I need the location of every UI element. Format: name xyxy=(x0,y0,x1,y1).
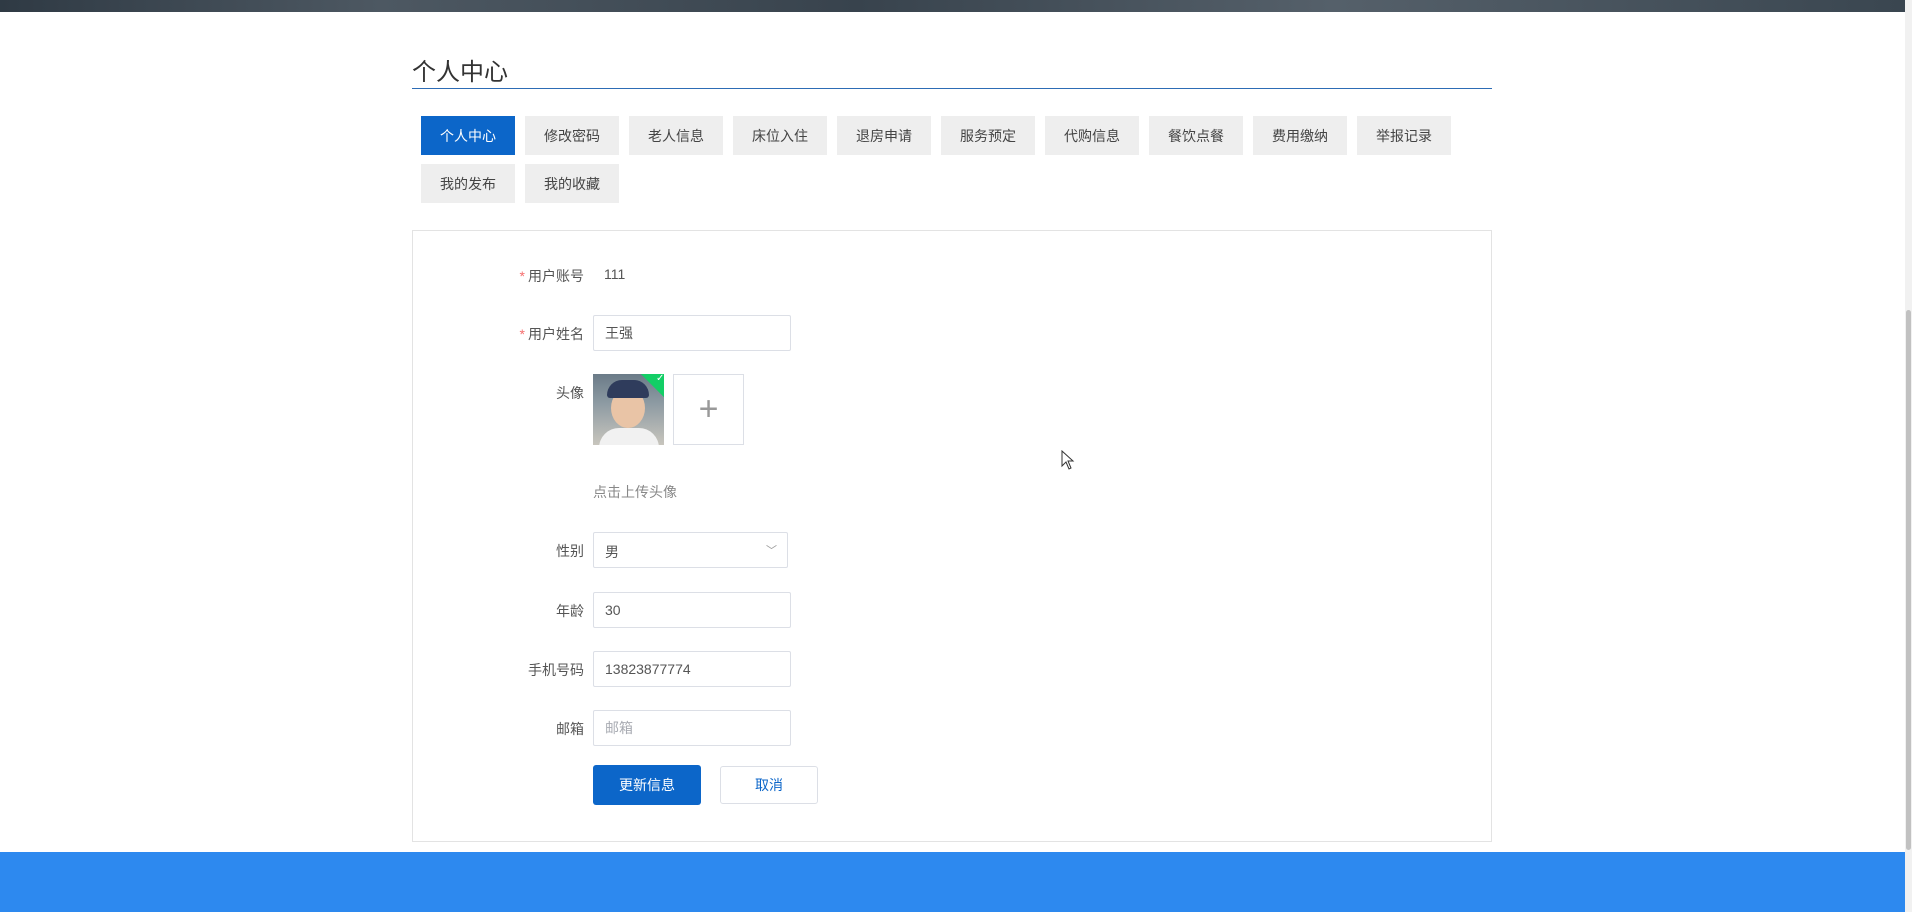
top-banner-image xyxy=(0,0,1905,12)
tab-bed-checkin[interactable]: 床位入住 xyxy=(733,116,827,155)
age-input[interactable] xyxy=(593,592,791,628)
page-scrollbar[interactable] xyxy=(1905,0,1912,912)
profile-form: *用户账号 111 *用户姓名 头像 ✓ + 点击上传头像 性别 男 ﹀ 年龄 … xyxy=(412,230,1492,842)
cancel-button[interactable]: 取消 xyxy=(720,766,818,804)
phone-input[interactable] xyxy=(593,651,791,687)
tab-bar: 个人中心 修改密码 老人信息 床位入住 退房申请 服务预定 代购信息 餐饮点餐 … xyxy=(421,116,1491,203)
age-label: 年龄 xyxy=(556,603,584,619)
tab-elder-info[interactable]: 老人信息 xyxy=(629,116,723,155)
tab-service-booking[interactable]: 服务预定 xyxy=(941,116,1035,155)
tab-meal-order[interactable]: 餐饮点餐 xyxy=(1149,116,1243,155)
avatar-upload-hint: 点击上传头像 xyxy=(593,484,677,500)
tab-report-records[interactable]: 举报记录 xyxy=(1357,116,1451,155)
email-input[interactable] xyxy=(593,710,791,746)
name-input[interactable] xyxy=(593,315,791,351)
tab-purchase-info[interactable]: 代购信息 xyxy=(1045,116,1139,155)
tab-personal-center[interactable]: 个人中心 xyxy=(421,116,515,155)
account-label: * 用户账号 xyxy=(519,268,584,284)
gender-select[interactable]: 男 ﹀ xyxy=(593,532,788,568)
page-heading: 个人中心 xyxy=(412,48,1492,89)
gender-selected-value: 男 xyxy=(605,544,619,560)
avatar-label: 头像 xyxy=(556,385,584,401)
gender-label: 性别 xyxy=(556,543,584,559)
tab-change-password[interactable]: 修改密码 xyxy=(525,116,619,155)
tab-checkout-application[interactable]: 退房申请 xyxy=(837,116,931,155)
required-mark: * xyxy=(519,326,525,342)
plus-icon: + xyxy=(698,390,719,428)
name-label: * 用户姓名 xyxy=(519,326,584,342)
required-mark: * xyxy=(519,268,525,284)
scrollbar-thumb[interactable] xyxy=(1906,310,1911,850)
page-title: 个人中心 xyxy=(412,59,508,86)
tab-my-favorites[interactable]: 我的收藏 xyxy=(525,164,619,203)
tab-fee-payment[interactable]: 费用缴纳 xyxy=(1253,116,1347,155)
chevron-down-icon: ﹀ xyxy=(766,545,777,557)
avatar-image[interactable]: ✓ xyxy=(593,374,664,445)
update-info-button[interactable]: 更新信息 xyxy=(593,765,701,805)
tab-my-posts[interactable]: 我的发布 xyxy=(421,164,515,203)
email-label: 邮箱 xyxy=(556,721,584,737)
phone-label: 手机号码 xyxy=(528,662,584,678)
footer-bar xyxy=(0,852,1905,912)
account-value: 111 xyxy=(604,266,626,282)
avatar-upload-button[interactable]: + xyxy=(673,374,744,445)
mouse-cursor-icon xyxy=(1061,450,1075,470)
